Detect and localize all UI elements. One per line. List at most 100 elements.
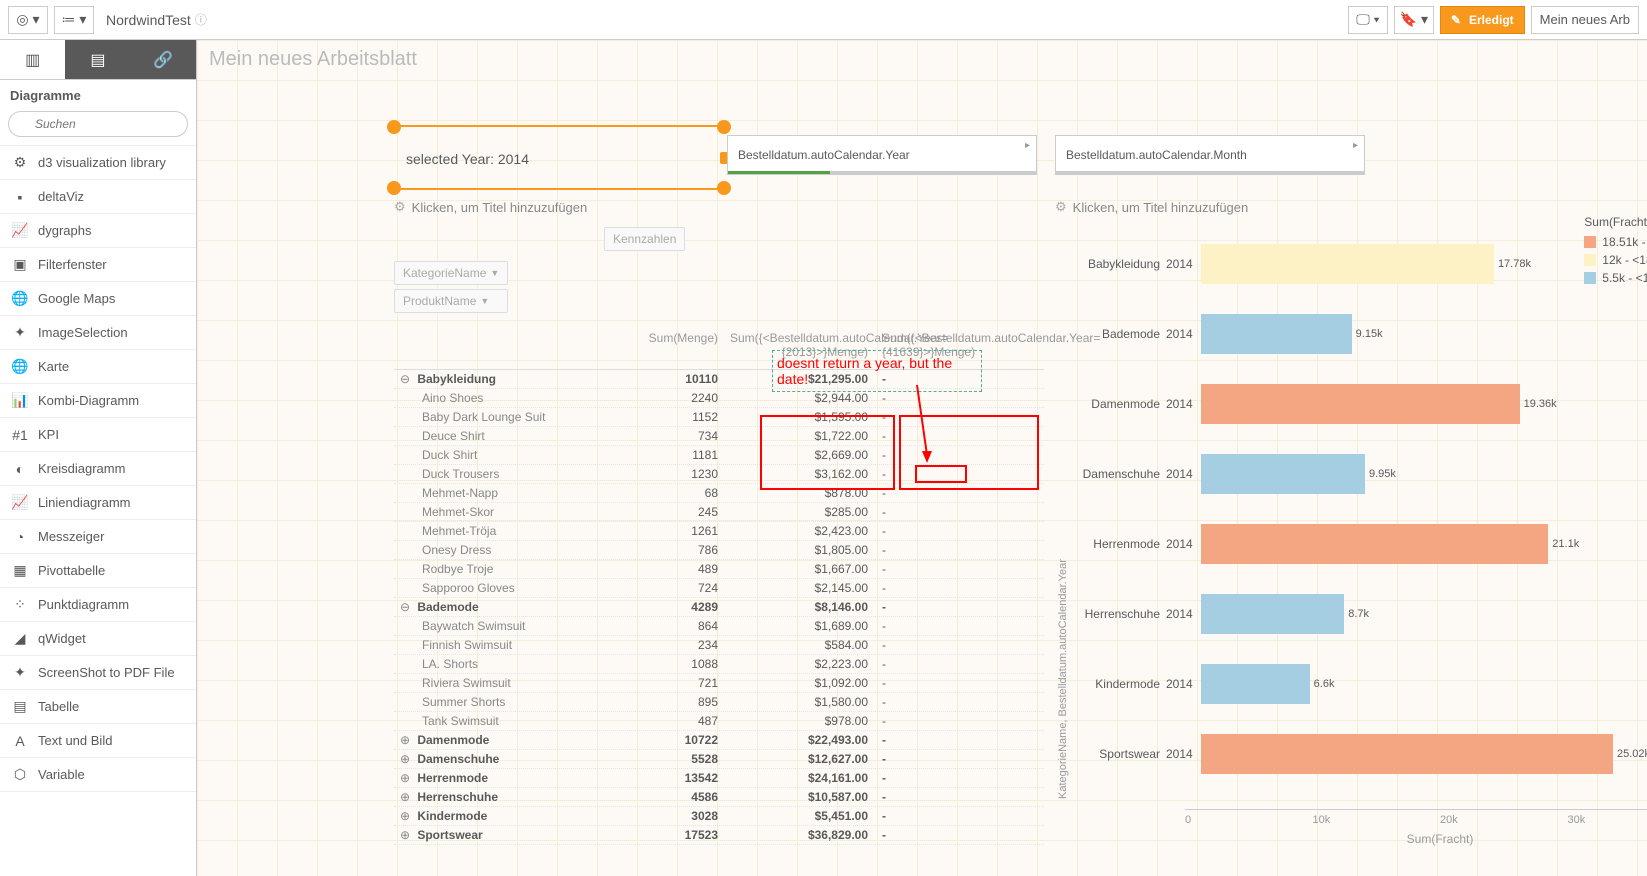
chart-type-item[interactable]: 📈Liniendiagramm [0,486,196,520]
chart-type-label: KPI [38,427,59,442]
table-row[interactable]: ⊕ Herrenschuhe4586$10,587.00- [394,788,1044,807]
chart-type-item[interactable]: ◐Kreisdiagramm [0,452,196,486]
table-row[interactable]: ⊕ Kindermode3028$5,451.00- [394,807,1044,826]
device-preview-button[interactable]: 🖵 ▾ [1348,6,1388,34]
chart-type-item[interactable]: 📈dygraphs [0,214,196,248]
bar[interactable]: 9.15k [1201,314,1352,354]
tab-links[interactable]: 🔗 [131,40,196,79]
table-row[interactable]: Sapporoo Gloves724$2,145.00- [394,579,1044,598]
expand-icon[interactable]: ⊕ [400,828,414,842]
table-row[interactable]: Mehmet-Napp68$878.00- [394,484,1044,503]
table-row[interactable]: ⊕ Sportswear17523$36,829.00- [394,826,1044,845]
bar-row[interactable]: Herrenschuhe20148.7k [1071,579,1647,649]
chart-type-item[interactable]: ◢qWidget [0,622,196,656]
table-row[interactable]: LA. Shorts1088$2,223.00- [394,655,1044,674]
sheet-title[interactable]: Mein neues Arbeitsblatt [209,48,417,71]
done-button[interactable]: ✎ Erledigt [1440,6,1525,34]
table-row[interactable]: Riviera Swimsuit721$1,092.00- [394,674,1044,693]
bar-row[interactable]: Sportswear201425.02k [1071,719,1647,789]
pivot-table-object[interactable]: ⚙ Klicken, um Titel hinzuzufügen Kennzah… [394,195,1044,825]
chart-type-item[interactable]: ✦ImageSelection [0,316,196,350]
chart-type-item[interactable]: ▤Tabelle [0,690,196,724]
bar-category-label: Bademode [1071,327,1166,341]
table-row[interactable]: Deuce Shirt734$1,722.00- [394,427,1044,446]
chart-type-item[interactable]: ▦Pivottabelle [0,554,196,588]
dim2-button[interactable]: ProduktName▼ [394,289,508,313]
chart-type-item[interactable]: ◔Messzeiger [0,520,196,554]
chart-type-icon: 🌐 [10,358,30,375]
table-row[interactable]: ⊕ Damenschuhe5528$12,627.00- [394,750,1044,769]
bar-row[interactable]: Babykleidung201417.78k [1071,229,1647,299]
chart-type-item[interactable]: AText und Bild [0,724,196,758]
dim1-button[interactable]: KategorieName▼ [394,261,508,285]
chart-type-item[interactable]: ⚙d3 visualization library [0,146,196,180]
tab-fields[interactable]: ▤ [65,40,130,79]
col-header-m1[interactable]: Sum(Menge) [614,321,724,369]
table-row[interactable]: Mehmet-Skor245$285.00- [394,503,1044,522]
table-row[interactable]: Rodbye Troje489$1,667.00- [394,560,1044,579]
chart-type-item[interactable]: 🌐Karte [0,350,196,384]
bar[interactable]: 6.6k [1201,664,1310,704]
table-row[interactable]: Tank Swimsuit487$978.00- [394,712,1044,731]
bar-row[interactable]: Damenmode201419.36k [1071,369,1647,439]
table-row[interactable]: Baby Dark Lounge Suit1152$1,595.00- [394,408,1044,427]
bar[interactable]: 9.95k [1201,454,1365,494]
bar-row[interactable]: Herrenmode201421.1k [1071,509,1647,579]
bar[interactable]: 19.36k [1201,384,1520,424]
expand-icon[interactable]: ⊕ [400,733,414,747]
expand-icon[interactable]: ⊕ [400,771,414,785]
table-row[interactable]: Duck Shirt1181$2,669.00- [394,446,1044,465]
chart-type-item[interactable]: 🌐Google Maps [0,282,196,316]
tab-charts[interactable]: ▥ [0,40,65,79]
expand-icon[interactable]: ⊕ [400,790,414,804]
bar[interactable]: 25.02k [1201,734,1613,774]
table-row[interactable]: Finnish Swimsuit234$584.00- [394,636,1044,655]
bar-chart-title[interactable]: ⚙ Klicken, um Titel hinzuzufügen [1055,195,1647,219]
expand-icon[interactable]: ⊕ [400,809,414,823]
table-row[interactable]: Duck Trousers1230$3,162.00- [394,465,1044,484]
table-row[interactable]: Baywatch Swimsuit864$1,689.00- [394,617,1044,636]
chart-type-item[interactable]: ⁘Punktdiagramm [0,588,196,622]
sheet-tab[interactable]: Mein neues Arb [1531,6,1639,34]
bar-row[interactable]: Bademode20149.15k [1071,299,1647,369]
nav-menu-button[interactable]: ◎ ▾ [8,6,48,34]
chart-type-item[interactable]: ✦ScreenShot to PDF File [0,656,196,690]
expand-icon[interactable]: ⊕ [400,752,414,766]
resize-handle[interactable] [717,181,731,195]
list-menu-button[interactable]: ≔ ▾ [54,6,94,34]
bar-row[interactable]: Damenschuhe20149.95k [1071,439,1647,509]
filter-pane-month[interactable]: Bestelldatum.autoCalendar.Month ▸ [1055,135,1365,175]
bar-row[interactable]: Kindermode20146.6k [1071,649,1647,719]
text-object-selected[interactable]: selected Year: 2014 [394,125,724,190]
resize-handle[interactable] [717,120,731,134]
bar-chart-object[interactable]: ⚙ Klicken, um Titel hinzuzufügen Kategor… [1055,195,1647,835]
bar[interactable]: 8.7k [1201,594,1344,634]
table-row[interactable]: ⊕ Herrenmode13542$24,161.00- [394,769,1044,788]
measures-button[interactable]: Kennzahlen [604,227,685,251]
table-row[interactable]: ⊖ Bademode4289$8,146.00- [394,598,1044,617]
chart-type-item[interactable]: #1KPI [0,418,196,452]
table-row[interactable]: Mehmet-Tröja1261$2,423.00- [394,522,1044,541]
filter-pane-year[interactable]: Bestelldatum.autoCalendar.Year ▸ [727,135,1037,175]
sheet-canvas[interactable]: Mein neues Arbeitsblatt selected Year: 2… [197,40,1647,876]
resize-handle[interactable] [387,181,401,195]
table-row[interactable]: Summer Shorts895$1,580.00- [394,693,1044,712]
chart-type-item[interactable]: ⬡Variable [0,758,196,792]
table-row[interactable]: ⊕ Damenmode10722$22,493.00- [394,731,1044,750]
bookmark-button[interactable]: 🔖 ▾ [1394,6,1434,34]
chart-type-icon: A [10,733,30,749]
expand-icon[interactable]: ⊖ [400,600,414,614]
bar[interactable]: 21.1k [1201,524,1548,564]
x-axis-label: Sum(Fracht) [1185,832,1647,846]
search-input[interactable] [8,111,188,137]
info-icon[interactable]: ⓘ [195,11,207,28]
pivot-title[interactable]: ⚙ Klicken, um Titel hinzuzufügen [394,195,1044,219]
bar[interactable]: 17.78k [1201,244,1494,284]
bar-year-label: 2014 [1166,677,1201,691]
chart-type-item[interactable]: ▣Filterfenster [0,248,196,282]
resize-handle[interactable] [387,120,401,134]
chart-type-item[interactable]: 📊Kombi-Diagramm [0,384,196,418]
chart-type-item[interactable]: ▪deltaViz [0,180,196,214]
expand-icon[interactable]: ⊖ [400,372,414,386]
table-row[interactable]: Onesy Dress786$1,805.00- [394,541,1044,560]
